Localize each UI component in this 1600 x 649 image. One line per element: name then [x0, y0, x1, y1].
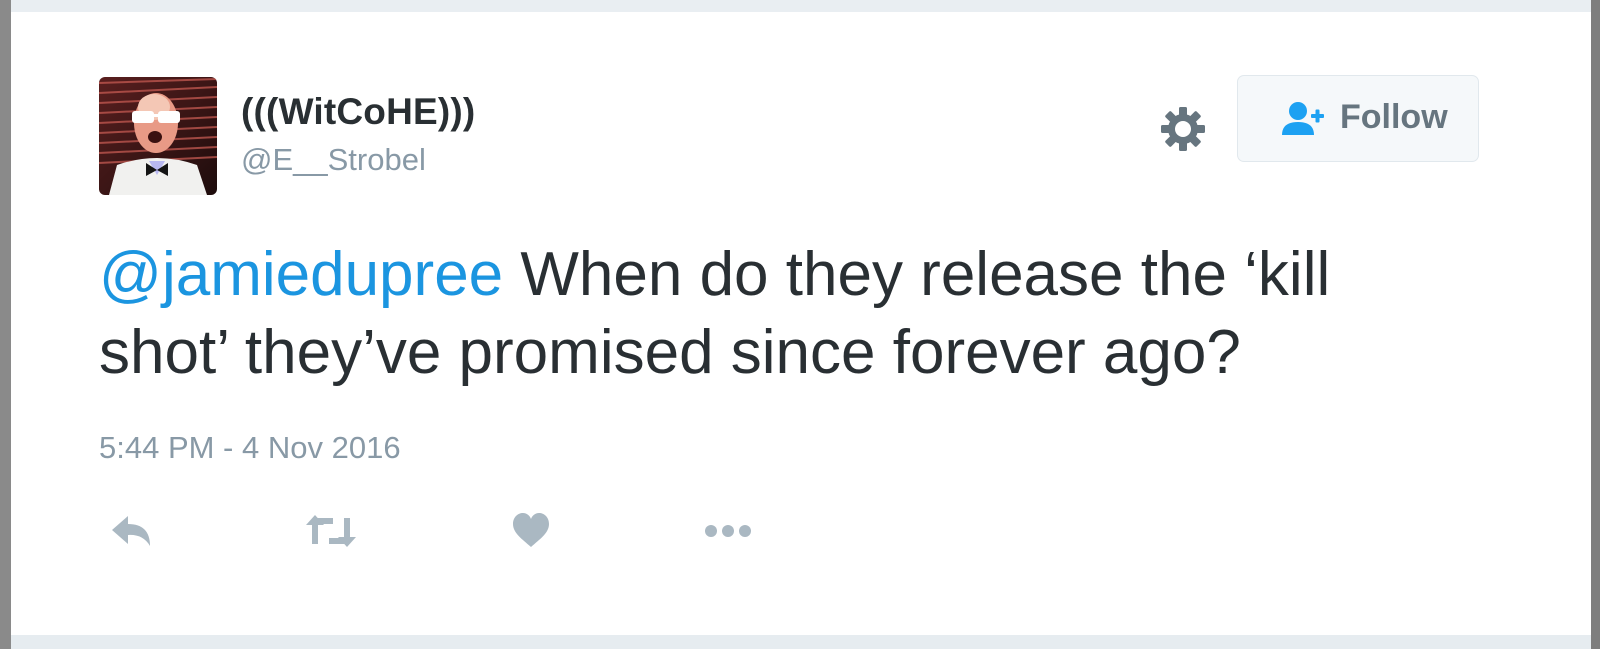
follow-label: Follow: [1340, 98, 1448, 136]
display-name[interactable]: (((WitCoHE))): [241, 91, 475, 133]
top-divider: [11, 0, 1591, 12]
retweet-icon: [305, 509, 357, 553]
more-icon: [703, 509, 753, 553]
tweet-text: @jamiedupree When do they release the ‘k…: [99, 236, 1419, 392]
bottom-divider: [11, 635, 1591, 649]
window-frame-left: [0, 0, 11, 649]
reply-button[interactable]: [108, 509, 154, 553]
mention-link[interactable]: @jamiedupree: [99, 240, 503, 309]
user-handle[interactable]: @E__Strobel: [241, 142, 426, 178]
more-button[interactable]: [703, 509, 753, 553]
heart-icon: [510, 509, 552, 553]
retweet-button[interactable]: [305, 509, 357, 553]
reply-icon: [108, 509, 154, 553]
gear-icon[interactable]: [1157, 103, 1209, 155]
window-frame-right: [1591, 0, 1600, 649]
timestamp-link[interactable]: 5:44 PM - 4 Nov 2016: [99, 430, 401, 466]
add-user-icon: [1280, 101, 1326, 137]
follow-button[interactable]: Follow: [1237, 75, 1479, 162]
avatar[interactable]: [99, 77, 217, 195]
like-button[interactable]: [510, 509, 552, 553]
